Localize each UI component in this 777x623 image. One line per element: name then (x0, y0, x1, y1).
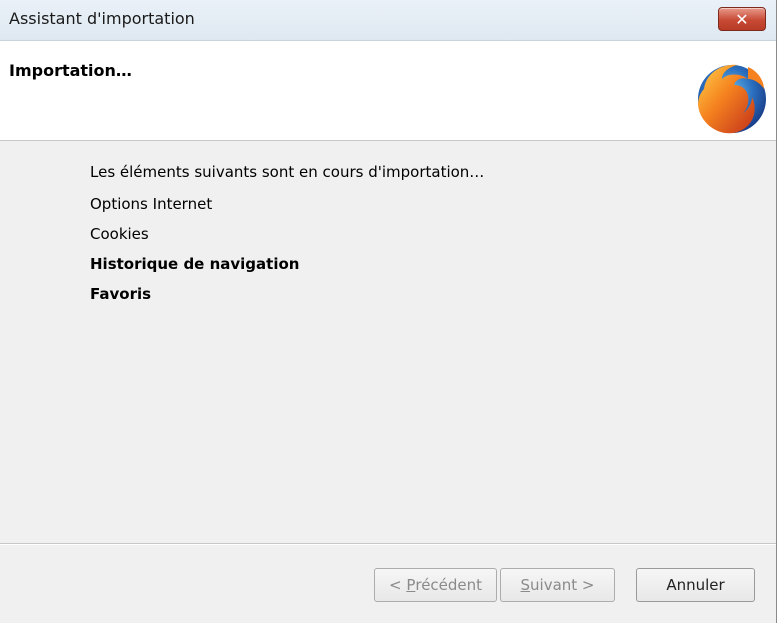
import-item-history: Historique de navigation (90, 255, 300, 273)
next-button[interactable]: Suivant > (500, 568, 615, 602)
import-item-internet-options: Options Internet (90, 195, 213, 213)
previous-prefix: < (388, 576, 402, 594)
close-icon: ✕ (735, 9, 749, 29)
next-mnemonic: S (520, 576, 531, 594)
page-title: Importation… (9, 61, 132, 80)
import-item-favorites: Favoris (90, 285, 152, 303)
previous-mnemonic: P (406, 576, 416, 594)
close-button[interactable]: ✕ (718, 7, 766, 31)
import-item-cookies: Cookies (90, 225, 149, 243)
window-title: Assistant d'importation (9, 9, 195, 28)
previous-label: récédent (415, 576, 483, 594)
previous-button[interactable]: < Précédent (374, 568, 497, 602)
intro-text: Les éléments suivants sont en cours d'im… (90, 163, 485, 181)
wizard-footer: < Précédent Suivant > Annuler (0, 545, 776, 623)
title-bar[interactable]: Assistant d'importation ✕ (0, 0, 776, 41)
import-progress-panel: Les éléments suivants sont en cours d'im… (0, 141, 776, 543)
import-wizard-window: Assistant d'importation ✕ Importation… L… (0, 0, 777, 623)
wizard-header: Importation… (0, 41, 776, 141)
cancel-button[interactable]: Annuler (636, 568, 755, 602)
firefox-logo-icon (698, 64, 766, 134)
next-label: uivant > (530, 576, 595, 594)
